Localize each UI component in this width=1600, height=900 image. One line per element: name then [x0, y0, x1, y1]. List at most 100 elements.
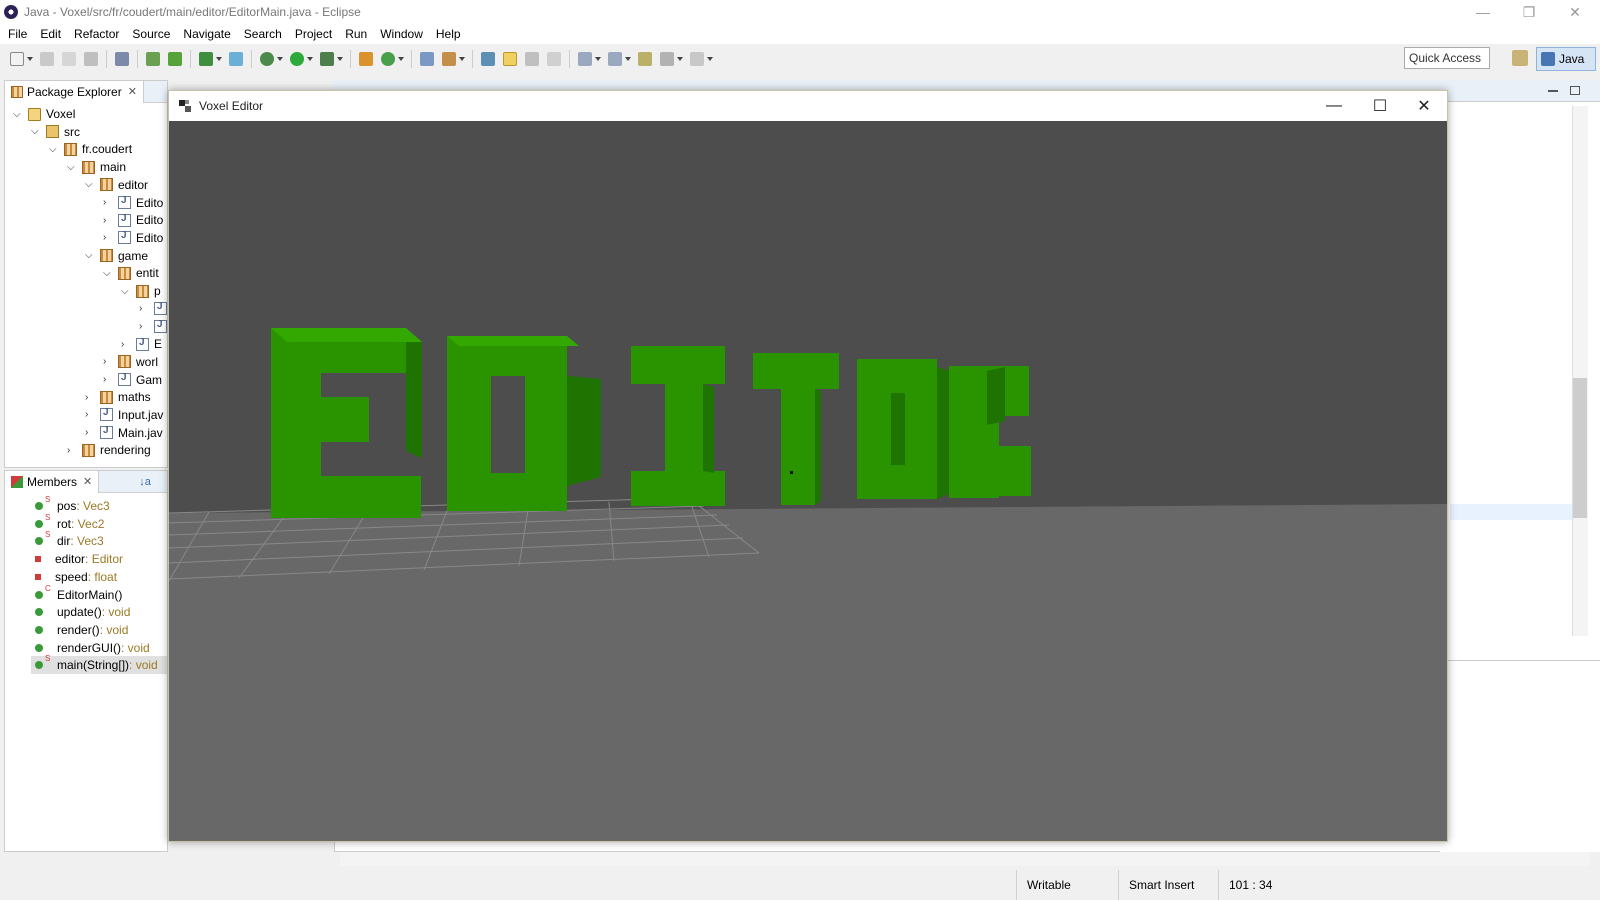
member-item[interactable]: editor : Editor: [35, 550, 123, 568]
open-perspective-icon[interactable]: [1512, 50, 1528, 66]
voxel-3d-viewport[interactable]: [169, 121, 1447, 841]
menu-search[interactable]: Search: [244, 27, 282, 41]
tree-item[interactable]: › Edito: [103, 194, 163, 212]
toggle-breadcrumb-icon[interactable]: [481, 52, 495, 66]
back-icon[interactable]: [660, 52, 674, 66]
menu-edit[interactable]: Edit: [40, 27, 61, 41]
tree-item[interactable]: ⌵ src: [31, 123, 80, 141]
member-item[interactable]: C EditorMain(): [35, 584, 122, 604]
previous-annotation-icon[interactable]: [608, 52, 622, 66]
member-item[interactable]: render() : void: [35, 621, 128, 639]
tab-members[interactable]: Members ✕: [5, 471, 100, 493]
build-all-icon[interactable]: [168, 52, 182, 66]
debug-icon[interactable]: [260, 52, 274, 66]
chevron-down-icon[interactable]: ⌵: [85, 179, 95, 190]
open-type-icon[interactable]: [420, 52, 434, 66]
close-button[interactable]: ✕: [1552, 0, 1598, 24]
chevron-down-icon[interactable]: ⌵: [49, 144, 59, 155]
menu-source[interactable]: Source: [132, 27, 170, 41]
quick-access-input[interactable]: Quick Access: [1404, 47, 1490, 69]
save-all-icon[interactable]: [62, 52, 76, 66]
voxel-close-button[interactable]: ✕: [1401, 91, 1447, 121]
chevron-right-icon[interactable]: ›: [139, 321, 149, 332]
close-icon[interactable]: ✕: [83, 475, 92, 488]
chevron-down-icon[interactable]: ⌵: [103, 268, 113, 279]
tree-item[interactable]: › maths: [85, 388, 151, 406]
member-item[interactable]: Sdir : Vec3: [35, 530, 104, 550]
debug-dropdown-icon[interactable]: [277, 57, 283, 61]
build-icon[interactable]: [146, 52, 160, 66]
minimize-editor-icon[interactable]: [1548, 90, 1558, 92]
previous-annotation-dropdown-icon[interactable]: [625, 57, 631, 61]
java-perspective-button[interactable]: Java: [1536, 47, 1596, 71]
voxel-editor-title-bar[interactable]: Voxel Editor — ☐ ✕: [169, 91, 1447, 121]
new-class-dropdown-icon[interactable]: [398, 57, 404, 61]
tree-item[interactable]: ⌵ fr.coudert: [49, 140, 132, 158]
menu-help[interactable]: Help: [436, 27, 461, 41]
tree-item[interactable]: ›[: [139, 300, 167, 318]
chevron-down-icon[interactable]: ⌵: [67, 162, 77, 173]
chevron-right-icon[interactable]: ›: [67, 445, 77, 456]
block-selection-icon[interactable]: [525, 52, 539, 66]
chevron-down-icon[interactable]: ⌵: [121, 286, 131, 297]
external-tools-icon[interactable]: [229, 52, 243, 66]
member-item[interactable]: renderGUI() : void: [35, 639, 150, 657]
minimize-button[interactable]: —: [1460, 0, 1506, 24]
show-whitespace-icon[interactable]: [547, 52, 561, 66]
sort-icon[interactable]: ↓a: [139, 476, 151, 488]
tree-item[interactable]: › Edito: [103, 229, 163, 247]
chevron-right-icon[interactable]: ›: [121, 339, 131, 350]
maximize-editor-icon[interactable]: [1570, 86, 1580, 95]
tree-item[interactable]: ⌵ entit: [103, 264, 159, 282]
tab-package-explorer[interactable]: Package Explorer ✕: [5, 81, 144, 103]
next-annotation-icon[interactable]: [578, 52, 592, 66]
chevron-right-icon[interactable]: ›: [103, 232, 113, 243]
task-dropdown-icon[interactable]: [216, 57, 222, 61]
chevron-right-icon[interactable]: ›: [139, 303, 149, 314]
last-edit-location-icon[interactable]: [638, 52, 652, 66]
tree-item[interactable]: › Gam: [103, 371, 162, 389]
chevron-down-icon[interactable]: ⌵: [13, 109, 23, 120]
forward-dropdown-icon[interactable]: [707, 57, 713, 61]
forward-icon[interactable]: [690, 52, 704, 66]
member-item[interactable]: Smain(String[]) : void: [31, 654, 167, 675]
coverage-icon[interactable]: [320, 52, 334, 66]
voxel-maximize-button[interactable]: ☐: [1357, 91, 1403, 121]
editor-vertical-scrollbar[interactable]: [1572, 106, 1588, 636]
print-icon[interactable]: [84, 52, 98, 66]
restore-button[interactable]: ❐: [1506, 0, 1552, 24]
coverage-dropdown-icon[interactable]: [337, 57, 343, 61]
menu-run[interactable]: Run: [345, 27, 367, 41]
tree-item[interactable]: ⌵ editor: [85, 176, 148, 194]
chevron-right-icon[interactable]: ›: [85, 409, 95, 420]
tree-item[interactable]: › Main.jav: [85, 424, 163, 442]
new-dropdown-icon[interactable]: [27, 57, 33, 61]
menu-file[interactable]: File: [8, 27, 27, 41]
tree-item[interactable]: › worl: [103, 353, 158, 371]
chevron-right-icon[interactable]: ›: [103, 215, 113, 226]
menu-navigate[interactable]: Navigate: [183, 27, 230, 41]
chevron-right-icon[interactable]: ›: [85, 392, 95, 403]
run-icon[interactable]: [290, 52, 304, 66]
tree-item[interactable]: › rendering: [67, 441, 151, 459]
chevron-right-icon[interactable]: ›: [103, 356, 113, 367]
save-icon[interactable]: [40, 52, 54, 66]
close-icon[interactable]: ✕: [128, 85, 137, 98]
tree-item[interactable]: ›E: [121, 335, 162, 353]
tree-item[interactable]: › Input.jav: [85, 406, 163, 424]
menu-project[interactable]: Project: [295, 27, 332, 41]
member-item[interactable]: update() : void: [35, 603, 130, 621]
chevron-down-icon[interactable]: ⌵: [85, 250, 95, 261]
editor-horizontal-scrollbar[interactable]: [340, 852, 1590, 866]
voxel-minimize-button[interactable]: —: [1311, 91, 1357, 121]
tree-item[interactable]: ⌵ Voxel: [13, 105, 75, 123]
menu-window[interactable]: Window: [380, 27, 423, 41]
menu-refactor[interactable]: Refactor: [74, 27, 119, 41]
new-java-class-icon[interactable]: [381, 52, 395, 66]
search-dropdown-icon[interactable]: [459, 57, 465, 61]
chevron-down-icon[interactable]: ⌵: [31, 126, 41, 137]
search-icon[interactable]: [442, 52, 456, 66]
editor-scroll-thumb[interactable]: [1573, 378, 1587, 518]
run-dropdown-icon[interactable]: [307, 57, 313, 61]
task-icon[interactable]: [199, 52, 213, 66]
